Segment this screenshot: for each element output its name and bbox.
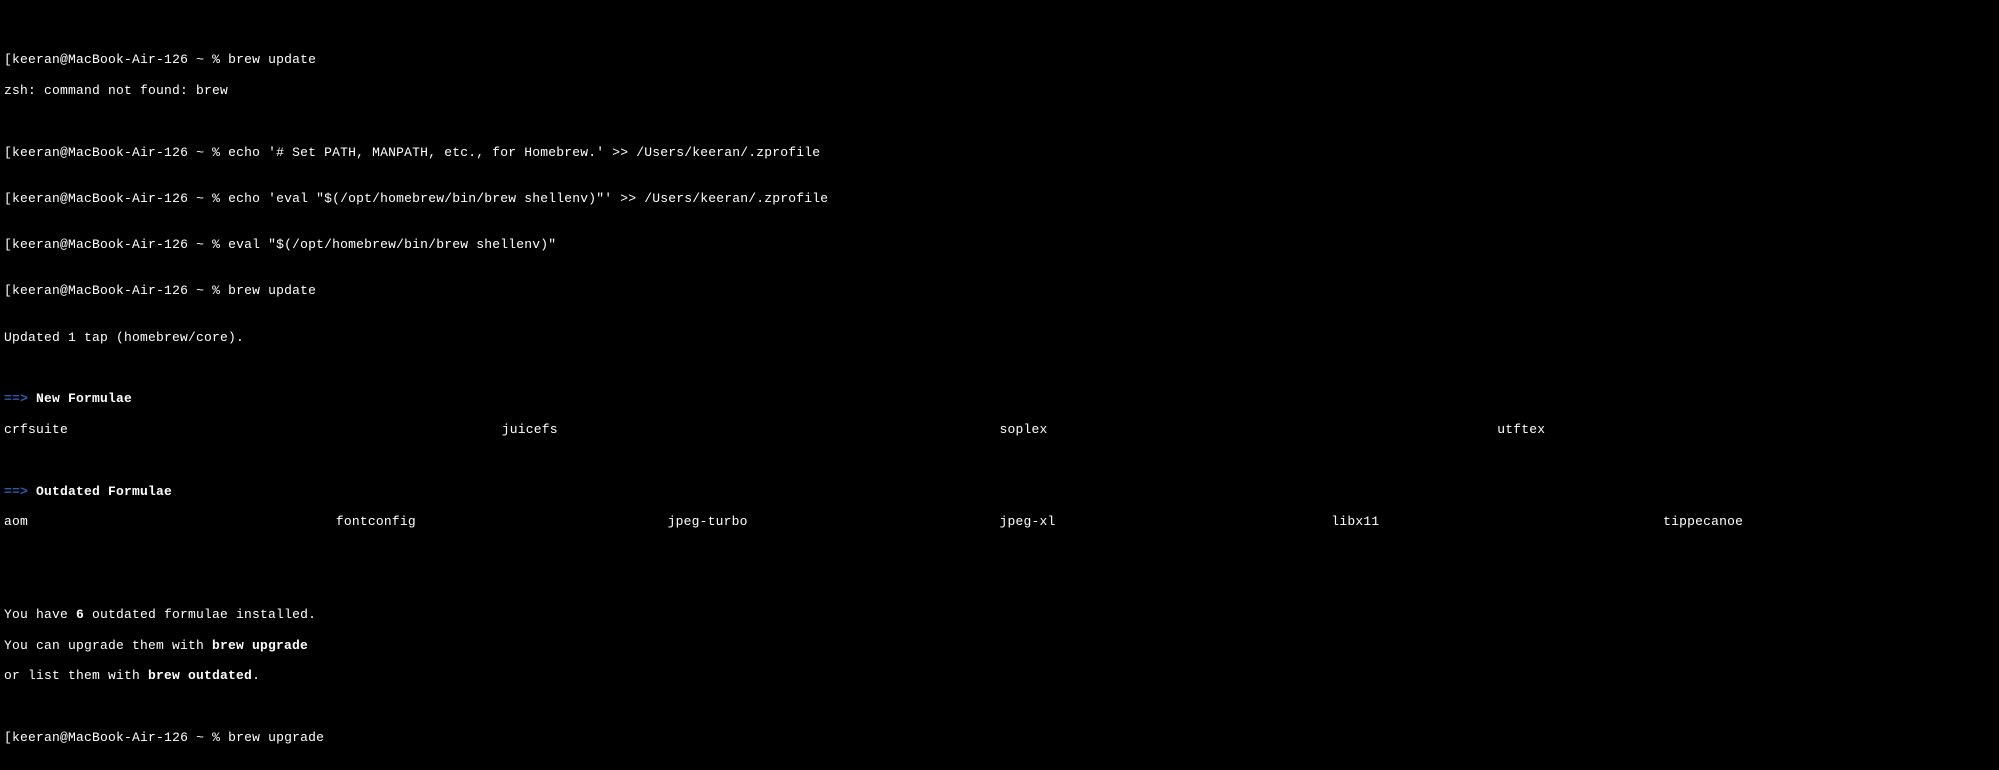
info-line: You can upgrade them with brew upgrade — [4, 638, 1995, 653]
formula: jpeg-turbo — [668, 514, 1000, 529]
new-formulae-row: crfsuite juicefs soplex utftex — [4, 422, 1995, 437]
formula: aom — [4, 514, 336, 529]
outdated-formulae-row: aom fontconfig jpeg-turbo jpeg-xl libx11… — [4, 514, 1995, 529]
formula: utftex — [1497, 422, 1995, 437]
formula: crfsuite — [4, 422, 502, 437]
section-outdated-formulae: ==> Outdated Formulae — [4, 484, 1995, 499]
formula: tippecanoe — [1663, 514, 1995, 529]
output-line: Updated 1 tap (homebrew/core). — [4, 330, 1995, 345]
terminal[interactable]: [keeran@MacBook-Air-126 ~ % brew update … — [0, 0, 1999, 770]
blank-line — [4, 561, 1995, 576]
formula: soplex — [1000, 422, 1498, 437]
prompt-line: [keeran@MacBook-Air-126 ~ % brew upgrade — [4, 730, 1995, 745]
formula: jpeg-xl — [999, 514, 1331, 529]
formula: fontconfig — [336, 514, 668, 529]
prompt-line: [keeran@MacBook-Air-126 ~ % brew update — [4, 283, 1995, 298]
prompt-line: [keeran@MacBook-Air-126 ~ % brew update — [4, 52, 1995, 67]
prompt-line: [keeran@MacBook-Air-126 ~ % eval "$(/opt… — [4, 237, 1995, 252]
arrow-icon: ==> — [4, 484, 28, 499]
arrow-icon: ==> — [4, 391, 28, 406]
prompt-line: [keeran@MacBook-Air-126 ~ % echo 'eval "… — [4, 191, 1995, 206]
error-line: zsh: command not found: brew — [4, 83, 1995, 98]
formula: juicefs — [502, 422, 1000, 437]
info-line: or list them with brew outdated. — [4, 668, 1995, 683]
info-line: You have 6 outdated formulae installed. — [4, 607, 1995, 622]
prompt-line: [keeran@MacBook-Air-126 ~ % echo '# Set … — [4, 145, 1995, 160]
section-new-formulae: ==> New Formulae — [4, 391, 1995, 406]
formula: libx11 — [1331, 514, 1663, 529]
